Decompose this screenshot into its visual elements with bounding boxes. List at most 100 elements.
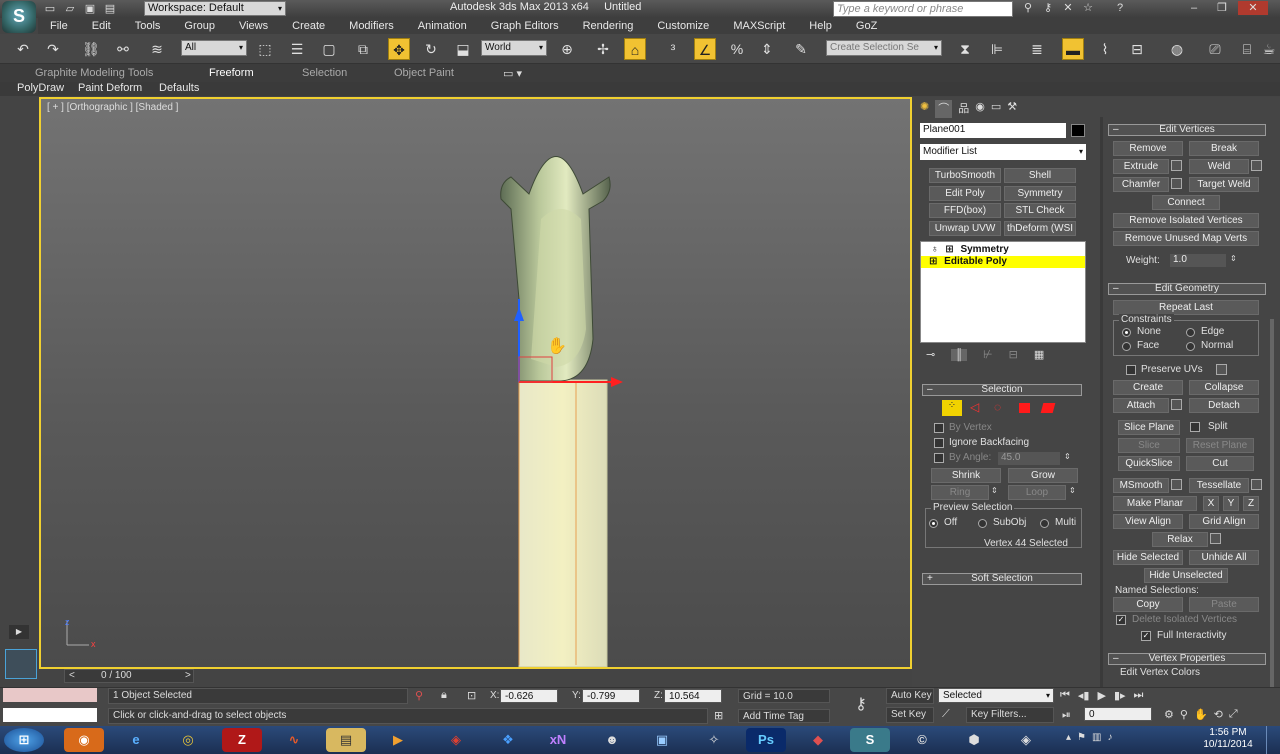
- help-search-input[interactable]: Type a keyword or phrase: [833, 1, 1013, 17]
- display-tab-icon[interactable]: ▭: [991, 100, 1001, 118]
- next-frame-icon[interactable]: ▮▸: [1114, 689, 1126, 702]
- selection-filter-dropdown[interactable]: All ▾: [181, 40, 247, 56]
- absolute-mode-icon[interactable]: ⊡: [467, 689, 476, 702]
- tessellate-button[interactable]: Tessellate: [1189, 478, 1249, 493]
- bind-spacewarp-icon[interactable]: ≋: [146, 38, 168, 60]
- unhide-all-button[interactable]: Unhide All: [1189, 550, 1259, 565]
- close-icon[interactable]: ✕: [1238, 1, 1268, 15]
- move-icon[interactable]: ✥: [388, 38, 410, 60]
- constraint-face-radio[interactable]: [1122, 342, 1131, 351]
- remove-isolated-vertices-button[interactable]: Remove Isolated Vertices: [1113, 213, 1259, 228]
- vertex-subobject-icon[interactable]: ⁘: [942, 400, 962, 416]
- spinner-snap-icon[interactable]: ⇕: [756, 38, 778, 60]
- view-align-button[interactable]: View Align: [1113, 514, 1183, 529]
- attach-settings-icon[interactable]: [1171, 399, 1182, 410]
- default-tangents-icon[interactable]: ⟋: [942, 708, 950, 721]
- snaps-toggle-icon[interactable]: ³: [662, 38, 684, 60]
- make-unique-icon[interactable]: ⊬: [983, 348, 993, 361]
- exchange-icon[interactable]: ✕: [1060, 1, 1076, 15]
- unlink-icon[interactable]: ⚯: [112, 38, 134, 60]
- by-angle-checkbox[interactable]: [934, 453, 944, 463]
- new-file-icon[interactable]: ▭: [42, 2, 58, 16]
- panel-defaults[interactable]: Defaults: [159, 82, 199, 95]
- previous-frame-icon[interactable]: ◂▮: [1078, 689, 1090, 702]
- go-to-end-icon[interactable]: ⏭: [1134, 689, 1144, 702]
- volume-icon[interactable]: ♪: [1107, 732, 1112, 743]
- time-slider-next-icon[interactable]: >: [185, 670, 191, 681]
- modifier-list-dropdown[interactable]: Modifier List ▾: [920, 144, 1086, 160]
- shrink-button[interactable]: Shrink: [931, 468, 1001, 483]
- constraint-normal-radio[interactable]: [1186, 342, 1195, 351]
- align-icon[interactable]: ⊫: [986, 38, 1008, 60]
- render-icon[interactable]: ☕: [1258, 38, 1280, 60]
- add-time-tag-button[interactable]: Add Time Tag: [738, 709, 830, 723]
- attach-button[interactable]: Attach: [1113, 398, 1169, 413]
- vertex-properties-rollout-header[interactable]: – Vertex Properties: [1108, 653, 1266, 665]
- hide-selected-button[interactable]: Hide Selected: [1113, 550, 1183, 565]
- configure-sets-icon[interactable]: ▦: [1034, 348, 1044, 361]
- connect-button[interactable]: Connect: [1152, 195, 1220, 210]
- app-sphere-icon[interactable]: ⬢: [954, 728, 994, 752]
- loop-button[interactable]: Loop: [1008, 485, 1066, 500]
- maxscript-listener[interactable]: [5, 649, 37, 679]
- utilities-tab-icon[interactable]: ⚒: [1007, 100, 1017, 118]
- hierarchy-tab-icon[interactable]: 品: [958, 100, 969, 118]
- tray-arrow-icon[interactable]: ▴: [1066, 732, 1071, 743]
- workspace-dropdown[interactable]: Workspace: Default ▾: [144, 1, 286, 16]
- set-key-mode-icon[interactable]: ⚷: [842, 694, 880, 716]
- open-file-icon[interactable]: ▱: [62, 2, 78, 16]
- remove-unused-map-verts-button[interactable]: Remove Unused Map Verts: [1113, 231, 1259, 246]
- split-checkbox[interactable]: [1190, 422, 1200, 432]
- chamfer-button[interactable]: Chamfer: [1113, 177, 1169, 192]
- ring-spinner-icon[interactable]: ⇕: [991, 486, 998, 495]
- maximize-icon[interactable]: ❐: [1210, 1, 1234, 15]
- mirror-icon[interactable]: ⧗: [954, 38, 976, 60]
- menu-goz[interactable]: GoZ: [844, 18, 889, 34]
- menu-group[interactable]: Group: [172, 18, 227, 34]
- show-end-result-icon[interactable]: ║: [951, 348, 968, 361]
- rect-selection-icon[interactable]: ▢: [318, 38, 340, 60]
- repeat-last-button[interactable]: Repeat Last: [1113, 300, 1259, 315]
- selection-rollout-header[interactable]: – Selection: [922, 384, 1082, 396]
- remove-modifier-icon[interactable]: ⊟: [1009, 348, 1018, 361]
- ignore-backfacing-checkbox[interactable]: [934, 438, 944, 448]
- photoshop-icon[interactable]: Ps: [746, 728, 786, 752]
- msmooth-button[interactable]: MSmooth: [1113, 478, 1169, 493]
- object-name-field[interactable]: Plane001: [920, 123, 1066, 138]
- modifier-unwrap-uvw-button[interactable]: Unwrap UVW: [929, 221, 1001, 236]
- redo-icon[interactable]: ↷: [42, 38, 64, 60]
- coordinate-system-dropdown[interactable]: World ▾: [481, 40, 547, 56]
- detach-button[interactable]: Detach: [1189, 398, 1259, 413]
- help-icon[interactable]: ?: [1112, 1, 1128, 15]
- hold-icon[interactable]: ▤: [102, 2, 118, 16]
- modifier-symmetry-button[interactable]: Symmetry: [1004, 186, 1076, 201]
- app-eye-icon[interactable]: ◈: [1006, 728, 1046, 752]
- select-manipulate-icon[interactable]: ✢: [592, 38, 614, 60]
- star-icon[interactable]: ☆: [1080, 1, 1096, 15]
- current-frame-field[interactable]: 0: [1084, 707, 1152, 721]
- network-icon[interactable]: ▥: [1092, 732, 1101, 743]
- expand-icon[interactable]: ⊞: [945, 244, 953, 255]
- remove-button[interactable]: Remove: [1113, 141, 1183, 156]
- menu-maxscript[interactable]: MAXScript: [721, 18, 797, 34]
- full-interactivity-checkbox[interactable]: ✓: [1141, 631, 1151, 641]
- expand-icon[interactable]: ⊞: [929, 256, 937, 267]
- menu-modifiers[interactable]: Modifiers: [337, 18, 406, 34]
- spinner-arrows-icon[interactable]: ⇕: [1064, 452, 1071, 461]
- preserve-uvs-settings-icon[interactable]: [1216, 364, 1227, 375]
- pivot-center-icon[interactable]: ⊕: [556, 38, 578, 60]
- constraint-edge-radio[interactable]: [1186, 328, 1195, 337]
- maximize-viewport-icon[interactable]: ⤢: [1229, 708, 1238, 721]
- collapse-button[interactable]: Collapse: [1189, 380, 1259, 395]
- menu-edit[interactable]: Edit: [80, 18, 123, 34]
- keyboard-shortcut-override-icon[interactable]: ⌂: [624, 38, 646, 60]
- weld-button[interactable]: Weld: [1189, 159, 1249, 174]
- by-vertex-checkbox[interactable]: [934, 423, 944, 433]
- weight-spinner[interactable]: 1.0: [1170, 254, 1226, 267]
- modify-tab-icon[interactable]: ⌒: [935, 100, 953, 118]
- set-key-button[interactable]: Set Key: [886, 707, 934, 723]
- menu-views[interactable]: Views: [227, 18, 280, 34]
- internet-explorer-icon[interactable]: e: [116, 728, 156, 752]
- selection-lock-icon[interactable]: 🔒︎: [441, 689, 447, 702]
- extrude-settings-icon[interactable]: [1171, 160, 1182, 171]
